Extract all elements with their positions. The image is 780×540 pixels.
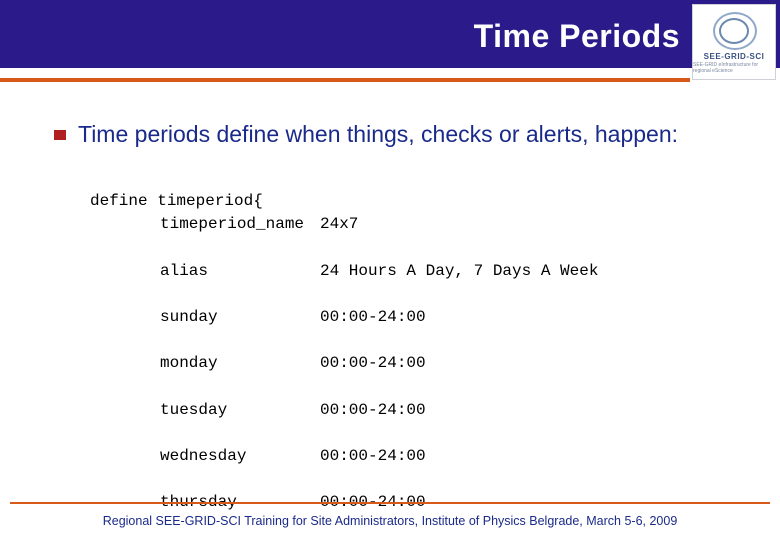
footer-divider bbox=[10, 502, 770, 504]
code-row: alias24 Hours A Day, 7 Days A Week bbox=[90, 260, 750, 283]
code-key: wednesday bbox=[160, 445, 320, 468]
code-row: timeperiod_name24x7 bbox=[90, 213, 750, 236]
code-val: 24x7 bbox=[320, 213, 358, 236]
code-row: monday00:00-24:00 bbox=[90, 352, 750, 375]
slide-content: Time periods define when things, checks … bbox=[54, 120, 750, 540]
slide-title: Time Periods bbox=[474, 18, 680, 55]
code-key: alias bbox=[160, 260, 320, 283]
code-key: timeperiod_name bbox=[160, 213, 320, 236]
code-row: sunday00:00-24:00 bbox=[90, 306, 750, 329]
footer-text: Regional SEE-GRID-SCI Training for Site … bbox=[0, 514, 780, 528]
code-open: define timeperiod{ bbox=[90, 192, 263, 210]
code-key: tuesday bbox=[160, 399, 320, 422]
code-val: 24 Hours A Day, 7 Days A Week bbox=[320, 260, 598, 283]
bullet-icon bbox=[54, 130, 66, 140]
bullet-text: Time periods define when things, checks … bbox=[78, 120, 678, 149]
logo-text: SEE-GRID-SCI bbox=[704, 52, 765, 61]
header-divider bbox=[0, 78, 690, 82]
code-key: sunday bbox=[160, 306, 320, 329]
code-block: define timeperiod{ timeperiod_name24x7 a… bbox=[90, 167, 750, 540]
slide-header: Time Periods SEE-GRID-SCI SEE-GRID eInfr… bbox=[0, 0, 780, 68]
bullet-item: Time periods define when things, checks … bbox=[54, 120, 750, 149]
code-row: tuesday00:00-24:00 bbox=[90, 399, 750, 422]
code-val: 00:00-24:00 bbox=[320, 445, 426, 468]
logo: SEE-GRID-SCI SEE-GRID eInfrastructure fo… bbox=[692, 4, 776, 80]
logo-swirl-icon bbox=[709, 10, 759, 50]
code-val: 00:00-24:00 bbox=[320, 306, 426, 329]
logo-subtext: SEE-GRID eInfrastructure for regional eS… bbox=[693, 62, 775, 74]
code-val: 00:00-24:00 bbox=[320, 399, 426, 422]
code-row: wednesday00:00-24:00 bbox=[90, 445, 750, 468]
code-val: 00:00-24:00 bbox=[320, 352, 426, 375]
code-key: monday bbox=[160, 352, 320, 375]
